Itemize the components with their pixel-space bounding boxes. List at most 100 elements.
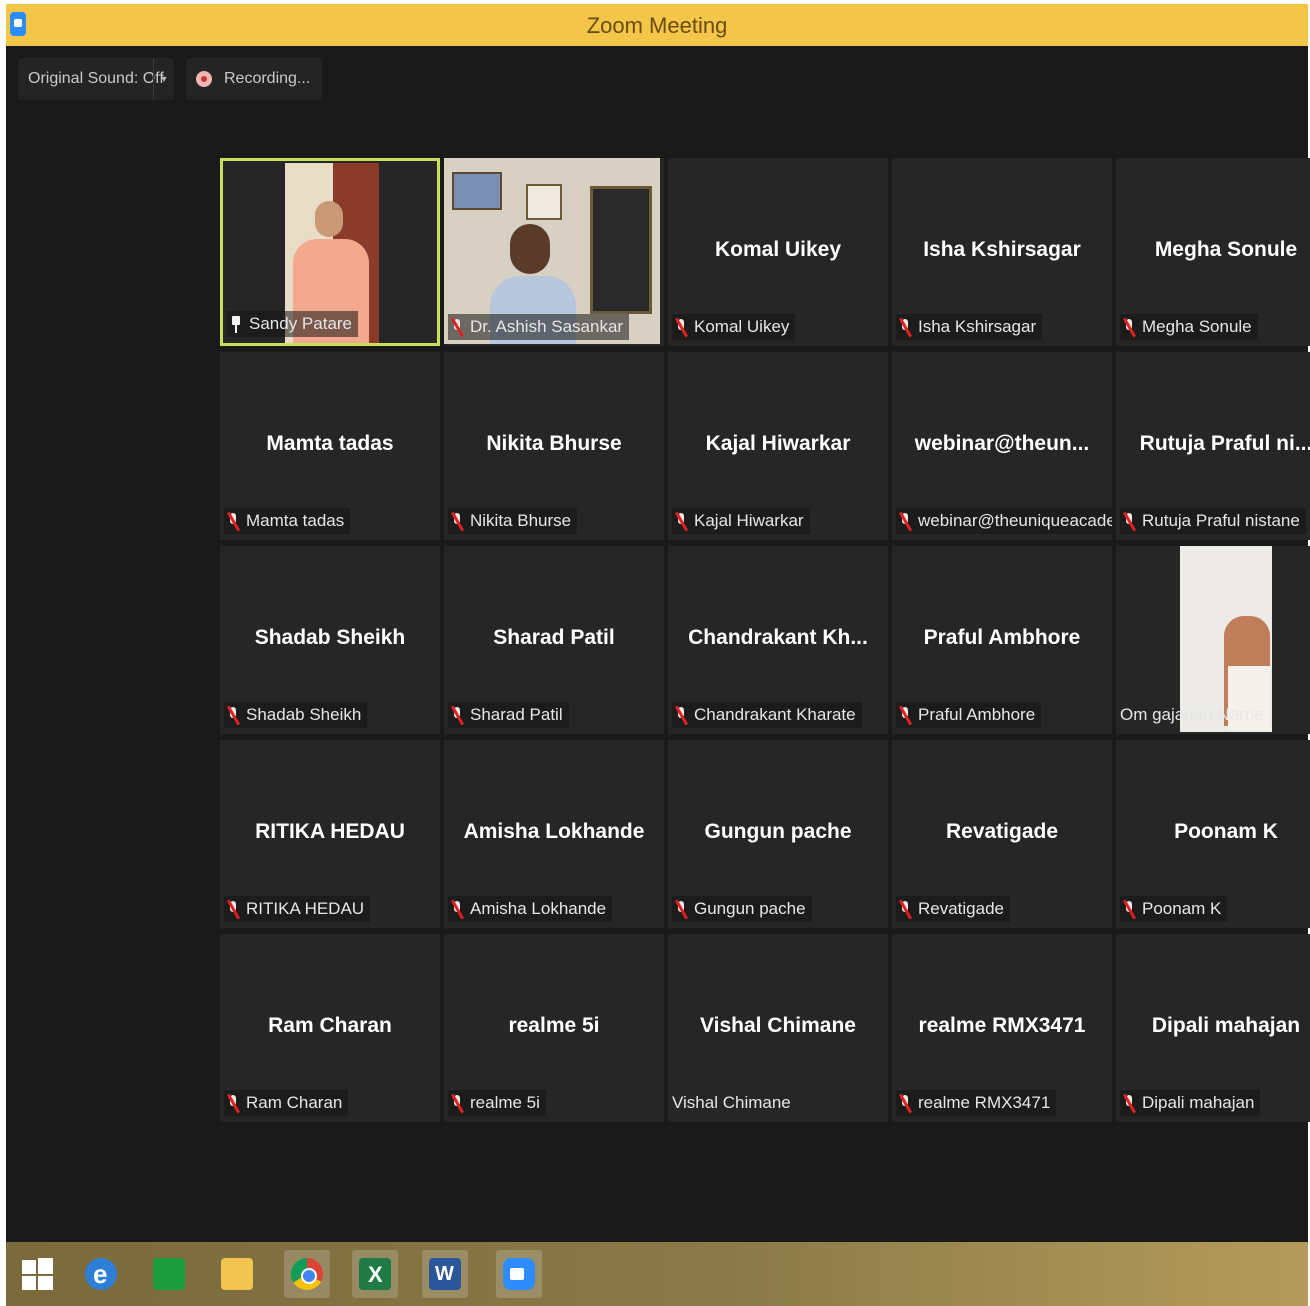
participant-name: webinar@theuniqueacade... (918, 511, 1112, 530)
participant-tile[interactable]: Mamta tadas Mamta tadas (220, 352, 440, 540)
participant-name: realme RMX3471 (918, 1093, 1051, 1112)
participant-display-name: Megha Sonule (1154, 238, 1298, 261)
participant-name: Sandy Patare (249, 314, 353, 333)
word-icon (429, 1258, 461, 1290)
participant-name: Kajal Hiwarkar (694, 511, 804, 530)
participant-tile[interactable]: Nikita Bhurse Nikita Bhurse (444, 352, 664, 540)
participant-name: Chandrakant Kharate (694, 705, 856, 724)
participant-tile[interactable]: RITIKA HEDAU RITIKA HEDAU (220, 740, 440, 928)
participant-tile[interactable]: Shadab Sheikh Shadab Sheikh (220, 546, 440, 734)
mic-muted-icon (1124, 512, 1134, 530)
chrome-icon (291, 1258, 323, 1290)
participant-tile[interactable]: Sharad Patil Sharad Patil (444, 546, 664, 734)
taskbar-internet-explorer[interactable] (78, 1250, 124, 1298)
video-background (590, 186, 652, 314)
mic-muted-icon (452, 900, 462, 918)
participant-name: Mamta tadas (246, 511, 345, 530)
participant-nameplate: Om gajanan Narne (1120, 702, 1270, 728)
taskbar-word[interactable] (422, 1250, 468, 1298)
participant-nameplate: realme RMX3471 (896, 1090, 1057, 1116)
participant-name: Shadab Sheikh (246, 705, 362, 724)
taskbar-chrome[interactable] (284, 1250, 330, 1298)
windows-taskbar (6, 1242, 1308, 1306)
participant-tile[interactable]: Dr. Ashish Sasankar (444, 158, 664, 346)
mic-muted-icon (1124, 900, 1134, 918)
excel-icon (359, 1258, 391, 1290)
participant-nameplate: Sharad Patil (448, 702, 569, 728)
participant-name: Dipali mahajan (1142, 1093, 1255, 1112)
recording-indicator[interactable]: Recording... (186, 58, 322, 100)
participant-display-name: Vishal Chimane (699, 1014, 856, 1037)
mic-muted-icon (900, 706, 910, 724)
participant-tile[interactable]: Megha Sonule Megha Sonule (1116, 158, 1310, 346)
windows-start-icon (21, 1258, 53, 1290)
participant-tile[interactable]: Amisha Lokhande Amisha Lokhande (444, 740, 664, 928)
participant-nameplate: RITIKA HEDAU (224, 896, 371, 922)
participant-tile[interactable]: Dipali mahajan Dipali mahajan (1116, 934, 1310, 1122)
participant-nameplate: realme 5i (448, 1090, 546, 1116)
participant-tile[interactable]: realme 5i realme 5i (444, 934, 664, 1122)
mic-muted-icon (228, 512, 238, 530)
participant-name: realme 5i (470, 1093, 540, 1112)
participant-display-name: Revatigade (945, 820, 1059, 843)
recording-label: Recording... (224, 70, 311, 87)
participant-display-name: Shadab Sheikh (254, 626, 406, 649)
mic-muted-icon (676, 318, 686, 336)
participant-tile[interactable]: realme RMX3471 realme RMX3471 (892, 934, 1112, 1122)
participant-name: Gungun pache (694, 899, 806, 918)
participant-display-name: Rutuja Praful ni... (1139, 432, 1310, 455)
window-title: Zoom Meeting (586, 13, 728, 38)
participant-display-name: realme 5i (508, 1014, 600, 1037)
folder-icon (221, 1258, 253, 1290)
mic-muted-icon (228, 706, 238, 724)
original-sound-label: Original Sound: Off (28, 70, 164, 87)
participant-nameplate: Rutuja Praful nistane (1120, 508, 1306, 534)
mic-muted-icon (900, 512, 910, 530)
participant-tile[interactable]: Ram Charan Ram Charan (220, 934, 440, 1122)
participant-tile[interactable]: Chandrakant Kh... Chandrakant Kharate (668, 546, 888, 734)
taskbar-file-explorer[interactable] (214, 1250, 260, 1298)
participant-nameplate: Dipali mahajan (1120, 1090, 1261, 1116)
participant-tile[interactable]: Praful Ambhore Praful Ambhore (892, 546, 1112, 734)
participant-tile[interactable]: Isha Kshirsagar Isha Kshirsagar (892, 158, 1112, 346)
participant-display-name: Isha Kshirsagar (923, 238, 1081, 261)
mic-muted-icon (452, 1094, 462, 1112)
participant-tile[interactable]: Vishal Chimane Vishal Chimane (668, 934, 888, 1122)
participant-tile[interactable]: Poonam K Poonam K (1116, 740, 1310, 928)
participant-tile[interactable]: Gungun pache Gungun pache (668, 740, 888, 928)
pin-icon (231, 315, 241, 333)
chevron-down-icon[interactable]: ▾ (153, 58, 174, 100)
taskbar-store[interactable] (146, 1250, 192, 1298)
participant-name: Rutuja Praful nistane (1142, 511, 1300, 530)
participant-tile[interactable]: Sandy Patare (220, 158, 440, 346)
participant-name: Megha Sonule (1142, 317, 1252, 336)
participant-tile[interactable]: Komal Uikey Komal Uikey (668, 158, 888, 346)
participant-nameplate: webinar@theuniqueacade... (896, 508, 1112, 534)
participant-nameplate: Revatigade (896, 896, 1011, 922)
participant-tile[interactable]: webinar@theun... webinar@theuniqueacade.… (892, 352, 1112, 540)
participant-name: Praful Ambhore (918, 705, 1036, 724)
mic-muted-icon (900, 900, 910, 918)
video-background (526, 184, 562, 220)
title-bar: Zoom Meeting (6, 4, 1308, 46)
participant-tile[interactable]: Kajal Hiwarkar Kajal Hiwarkar (668, 352, 888, 540)
start-button[interactable] (14, 1250, 60, 1298)
mic-muted-icon (228, 900, 238, 918)
store-icon (153, 1258, 185, 1290)
mic-muted-icon (676, 900, 686, 918)
participant-name: Revatigade (918, 899, 1005, 918)
taskbar-zoom[interactable] (496, 1250, 542, 1298)
participant-name: Sharad Patil (470, 705, 563, 724)
participant-nameplate: Nikita Bhurse (448, 508, 578, 534)
taskbar-excel[interactable] (352, 1250, 398, 1298)
participant-nameplate: Vishal Chimane (672, 1090, 797, 1116)
participant-display-name: Amisha Lokhande (463, 820, 645, 843)
participant-tile[interactable]: Revatigade Revatigade (892, 740, 1112, 928)
participant-name: Isha Kshirsagar (918, 317, 1037, 336)
participant-name: Amisha Lokhande (470, 899, 607, 918)
participant-display-name: Sharad Patil (493, 626, 615, 649)
participant-name: Vishal Chimane (672, 1093, 791, 1112)
participant-tile[interactable]: Om gajanan Narne (1116, 546, 1310, 734)
participant-tile[interactable]: Rutuja Praful ni... Rutuja Praful nistan… (1116, 352, 1310, 540)
original-sound-button[interactable]: Original Sound: Off ▾ (18, 58, 174, 100)
